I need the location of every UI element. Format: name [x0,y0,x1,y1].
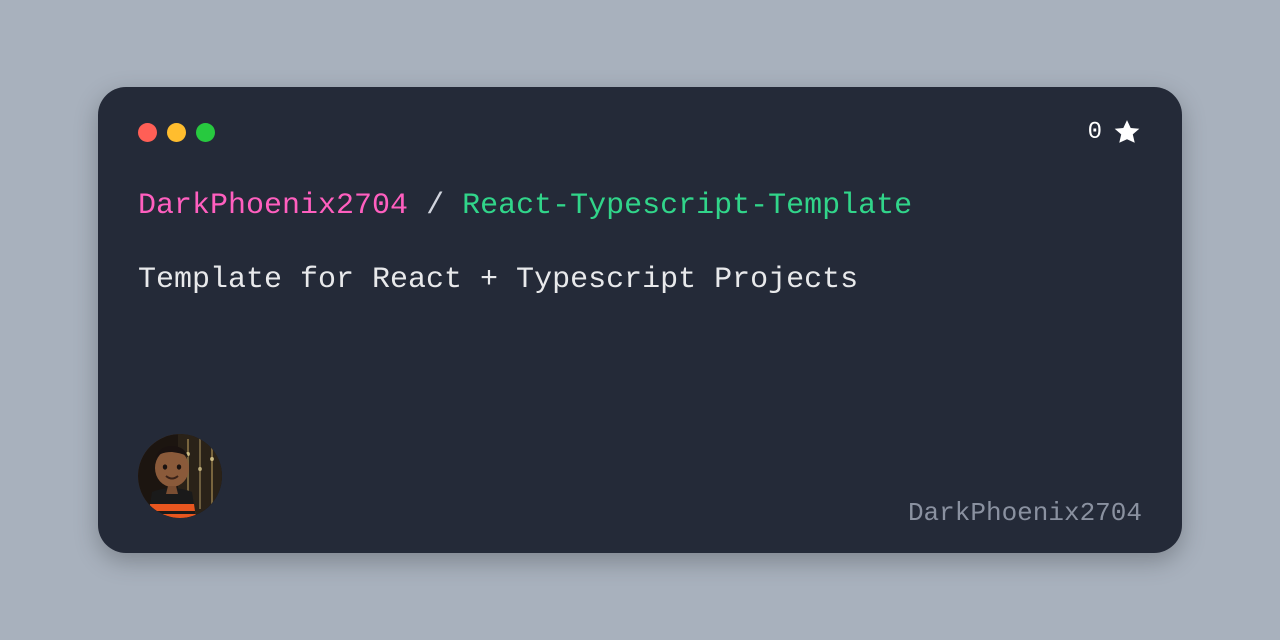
avatar [138,434,222,518]
footer-username: DarkPhoenix2704 [908,498,1142,528]
minimize-dot-icon [167,123,186,142]
owner-name: DarkPhoenix2704 [138,189,408,223]
repo-card: 0 DarkPhoenix2704 / React-Typescript-Tem… [98,87,1182,553]
maximize-dot-icon [196,123,215,142]
repo-name: React-Typescript-Template [462,189,912,223]
repo-title-line: DarkPhoenix2704 / React-Typescript-Templ… [138,189,1142,223]
star-icon [1112,117,1142,147]
stars-count: 0 [1088,119,1102,146]
separator: / [426,189,444,223]
stars-badge: 0 [1088,117,1142,147]
traffic-lights [138,123,215,142]
close-dot-icon [138,123,157,142]
repo-description: Template for React + Typescript Projects [138,263,1142,297]
